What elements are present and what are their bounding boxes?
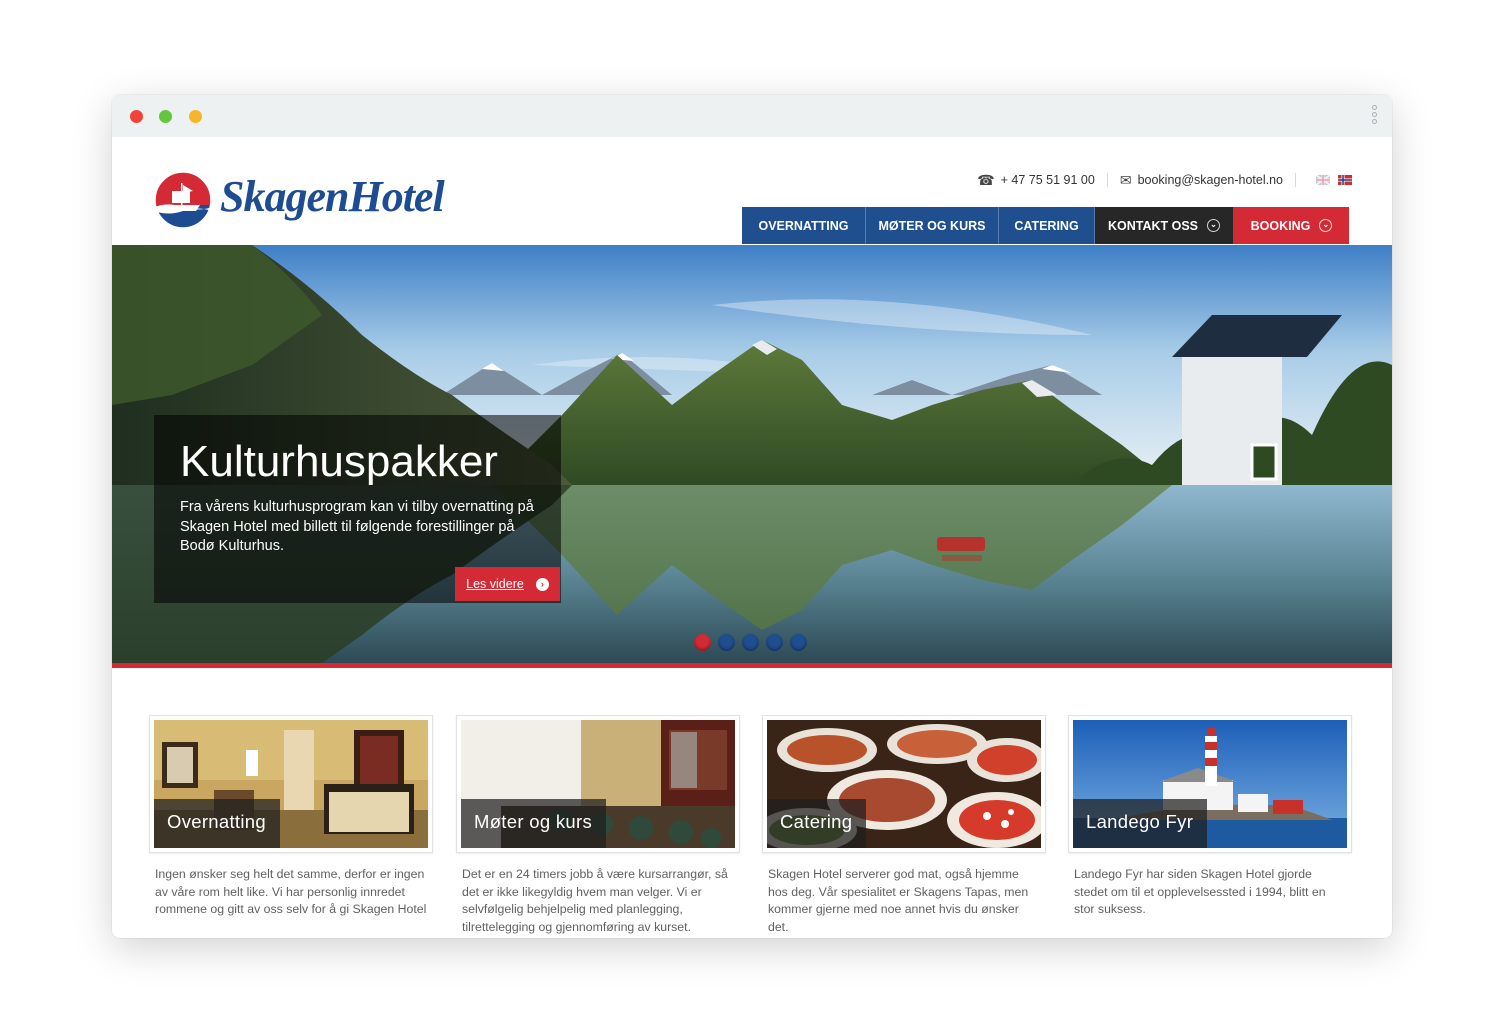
read-more-label: Les videre bbox=[466, 577, 524, 591]
nav-item-overnatting[interactable]: OVERNATTING bbox=[742, 207, 866, 244]
card-moter-og-kurs[interactable]: Møter og kurs Det er en 24 timers jobb å… bbox=[456, 715, 740, 936]
card-thumbnail[interactable]: Overnatting bbox=[149, 715, 433, 853]
email-link[interactable]: booking@skagen-hotel.no bbox=[1138, 173, 1283, 187]
hero-title: Kulturhuspakker bbox=[180, 437, 498, 486]
card-title: Møter og kurs bbox=[461, 799, 607, 848]
slide-dot-5[interactable] bbox=[790, 634, 807, 651]
nav-label: KONTAKT OSS bbox=[1107, 218, 1199, 233]
slide-dot-4[interactable] bbox=[766, 634, 783, 651]
card-text: Skagen Hotel serverer god mat, også hjem… bbox=[768, 867, 1029, 934]
divider bbox=[1295, 173, 1296, 187]
card-landego-fyr[interactable]: Landego Fyr Landego Fyr har siden Skagen… bbox=[1068, 715, 1352, 919]
phone-number[interactable]: + 47 75 51 91 00 bbox=[1001, 173, 1095, 187]
hero-text: Fra vårens kulturhusprogram kan vi tilby… bbox=[180, 499, 534, 554]
nav-item-kontakt-oss[interactable]: KONTAKT OSS ⌄ bbox=[1095, 207, 1234, 244]
slide-dot-3[interactable] bbox=[742, 634, 759, 651]
site-logo[interactable]: SkagenHotel bbox=[154, 169, 445, 231]
card-title: Catering bbox=[767, 799, 867, 848]
nav-label: CATERING bbox=[1014, 218, 1079, 233]
logo-wordmark: SkagenHotel bbox=[220, 172, 445, 221]
nav-label: BOOKING bbox=[1250, 218, 1311, 233]
hero-caption: Kulturhuspakker Fra vårens kulturhusprog… bbox=[154, 415, 561, 603]
slider-pagination bbox=[694, 634, 814, 651]
more-options-icon[interactable] bbox=[1370, 105, 1378, 129]
card-thumbnail[interactable]: Landego Fyr bbox=[1068, 715, 1352, 853]
divider bbox=[1106, 173, 1108, 187]
card-text: Landego Fyr har siden Skagen Hotel gjord… bbox=[1074, 867, 1326, 917]
ship-logo-icon bbox=[154, 171, 212, 229]
maximize-window-button[interactable] bbox=[159, 110, 172, 123]
card-text: Det er en 24 timers jobb å være kursarra… bbox=[462, 867, 728, 934]
hero-accent-bar bbox=[112, 663, 1392, 668]
contact-bar: ☎ + 47 75 51 91 00 ✉ booking@skagen-hote… bbox=[977, 171, 1352, 189]
read-more-button[interactable]: Les videre › bbox=[455, 567, 560, 601]
nav-label: MØTER OG KURS bbox=[878, 218, 986, 233]
card-overnatting[interactable]: Overnatting Ingen ønsker seg helt det sa… bbox=[149, 715, 433, 919]
nav-label: OVERNATTING bbox=[758, 218, 849, 233]
slide-dot-1[interactable] bbox=[694, 634, 711, 651]
hero-slider: Kulturhuspakker Fra vårens kulturhusprog… bbox=[112, 245, 1392, 663]
card-title: Landego Fyr bbox=[1073, 799, 1208, 848]
arrow-right-icon: › bbox=[535, 577, 549, 591]
card-text: Ingen ønsker seg helt det samme, derfor … bbox=[155, 867, 427, 917]
nav-item-catering[interactable]: CATERING bbox=[999, 207, 1095, 244]
chevron-down-icon: ⌄ bbox=[1207, 219, 1221, 232]
norway-flag-icon[interactable] bbox=[1338, 175, 1352, 185]
uk-flag-icon[interactable] bbox=[1316, 175, 1330, 185]
nav-item-booking[interactable]: BOOKING ⌄ bbox=[1234, 207, 1349, 244]
phone-icon: ☎ bbox=[977, 171, 995, 188]
minimize-window-button[interactable] bbox=[189, 110, 202, 123]
web-page: SkagenHotel ☎ + 47 75 51 91 00 ✉ booking… bbox=[112, 137, 1392, 938]
chevron-down-icon: ⌄ bbox=[1319, 219, 1333, 232]
card-thumbnail[interactable]: Møter og kurs bbox=[456, 715, 740, 853]
browser-window: SkagenHotel ☎ + 47 75 51 91 00 ✉ booking… bbox=[112, 95, 1392, 938]
card-thumbnail[interactable]: Catering bbox=[762, 715, 1046, 853]
card-catering[interactable]: Catering Skagen Hotel serverer god mat, … bbox=[762, 715, 1046, 936]
nav-item-moter-og-kurs[interactable]: MØTER OG KURS bbox=[866, 207, 999, 244]
main-nav: OVERNATTING MØTER OG KURS CATERING KONTA… bbox=[742, 207, 1349, 244]
mail-icon: ✉ bbox=[1119, 171, 1132, 188]
card-title: Overnatting bbox=[154, 799, 280, 848]
browser-chrome bbox=[112, 95, 1392, 137]
close-window-button[interactable] bbox=[130, 110, 143, 123]
slide-dot-2[interactable] bbox=[718, 634, 735, 651]
